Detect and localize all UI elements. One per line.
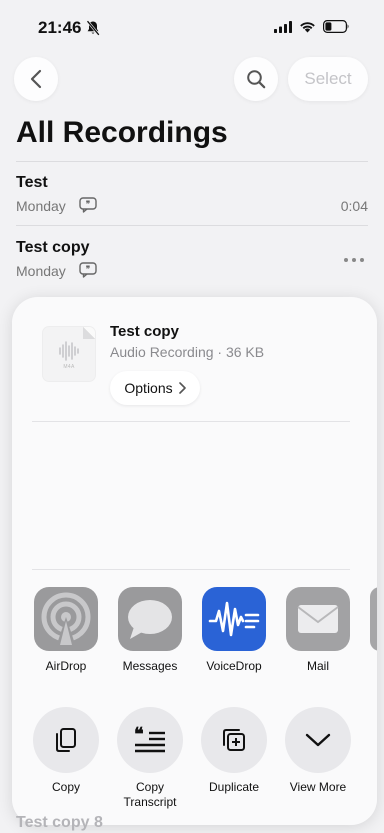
waveform-icon — [59, 341, 79, 361]
recording-title: Test — [16, 174, 48, 191]
file-thumbnail: M4A — [43, 327, 95, 381]
copy-transcript-button[interactable]: ❝ — [117, 707, 183, 773]
duplicate-button[interactable] — [201, 707, 267, 773]
copy-icon — [56, 728, 76, 752]
view-more-button[interactable] — [285, 707, 351, 773]
share-sheet: M4A Test copy Audio Recording · 36 KB Op… — [12, 297, 377, 825]
voicedrop-icon — [202, 587, 266, 651]
app-label: VoiceDrop — [206, 659, 262, 673]
file-meta: Audio Recording · 36 KB — [110, 344, 265, 360]
transcript-icon: ❞ — [79, 262, 97, 278]
chevron-left-icon — [30, 69, 42, 89]
silent-bell-icon — [86, 20, 100, 36]
cellular-signal-icon — [274, 20, 292, 33]
copy-transcript-icon: ❝ — [134, 725, 165, 753]
divider — [16, 161, 368, 162]
options-label: Options — [124, 380, 173, 396]
divider — [32, 421, 350, 422]
more-options-button[interactable] — [344, 256, 368, 264]
wifi-icon — [300, 21, 315, 32]
options-button[interactable]: Options — [110, 371, 200, 405]
action-label: Copy — [51, 780, 80, 794]
select-button[interactable]: Select — [288, 57, 368, 101]
action-label: Duplicate — [208, 780, 260, 794]
action-label: View More — [289, 780, 347, 794]
copy-button[interactable] — [33, 707, 99, 773]
divider — [32, 569, 350, 570]
more-apps-peek[interactable] — [370, 587, 377, 651]
svg-text:❞: ❞ — [86, 200, 90, 209]
chevron-down-icon — [305, 733, 331, 747]
airdrop-icon — [34, 587, 98, 651]
app-label: AirDrop — [45, 659, 87, 673]
recording-duration: 0:04 — [340, 198, 368, 214]
file-name: Test copy — [110, 323, 179, 340]
transcript-icon: ❞ — [79, 197, 97, 213]
search-button[interactable] — [234, 57, 278, 101]
mail-icon — [286, 587, 350, 651]
file-extension: M4A — [63, 364, 75, 370]
status-bar: 21:46 — [0, 0, 384, 56]
recording-title: Test copy — [16, 239, 90, 256]
app-label: Messages — [122, 659, 178, 673]
search-icon — [247, 70, 266, 89]
chevron-right-icon — [178, 382, 186, 394]
recording-date: Monday — [16, 263, 66, 279]
app-label: Mail — [306, 659, 329, 673]
svg-text:❞: ❞ — [86, 265, 90, 274]
svg-text:❝: ❝ — [134, 725, 144, 744]
messages-icon — [118, 587, 182, 651]
background-recording-title: Test copy 8 — [16, 814, 103, 831]
battery-icon — [323, 20, 349, 33]
duplicate-icon — [223, 729, 245, 751]
status-time: 21:46 — [38, 18, 82, 37]
divider — [16, 225, 368, 226]
page-title: All Recordings — [16, 116, 228, 149]
back-button[interactable] — [14, 57, 58, 101]
recording-date: Monday — [16, 198, 66, 214]
action-label: Copy Transcript — [123, 780, 177, 809]
